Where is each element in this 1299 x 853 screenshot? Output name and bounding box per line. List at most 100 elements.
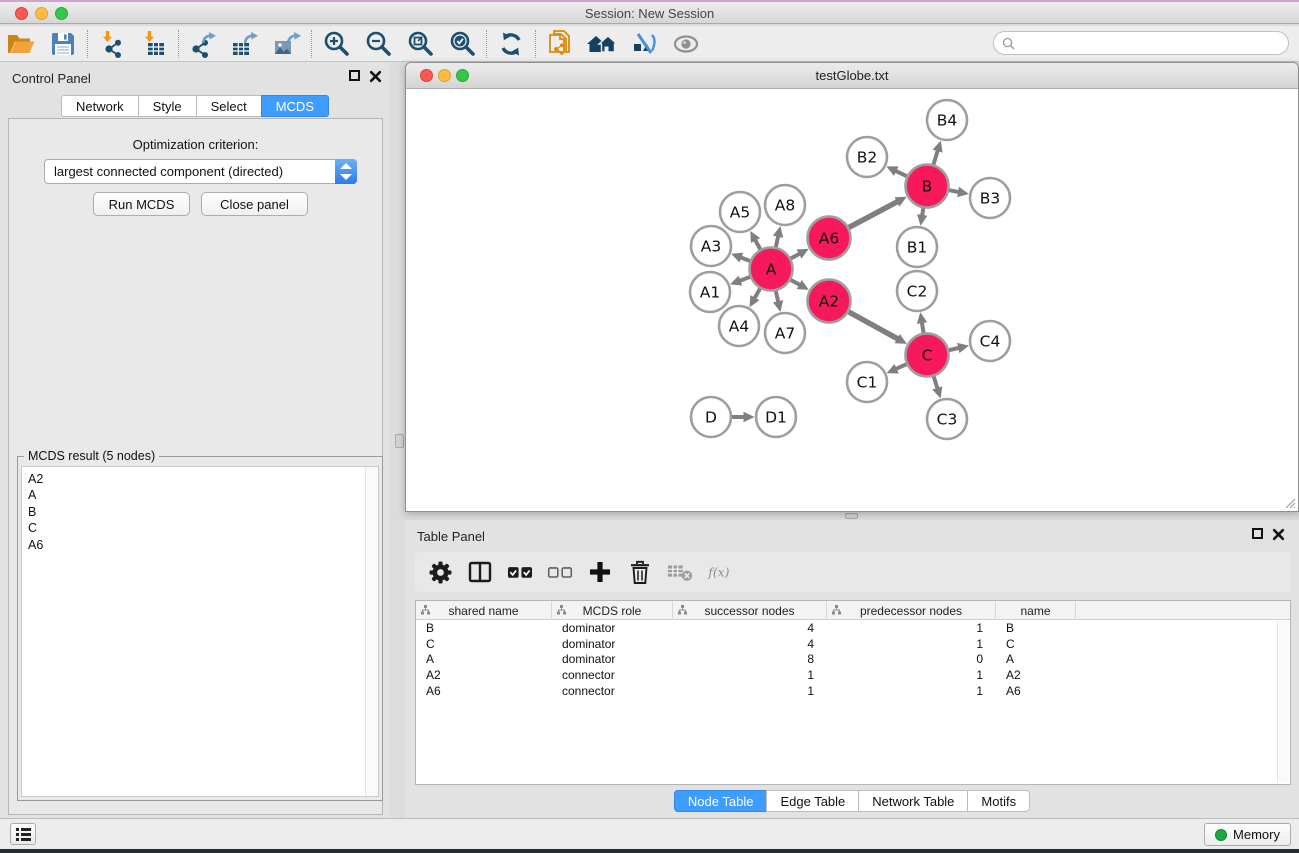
table-row[interactable]: Adominator80A [416, 652, 1290, 668]
table-cell[interactable]: A [996, 652, 1076, 666]
table-row[interactable]: Bdominator41B [416, 620, 1290, 636]
export-table-icon[interactable] [224, 28, 266, 60]
edge-A6-B[interactable] [849, 201, 899, 227]
tab-node-table[interactable]: Node Table [674, 790, 768, 812]
toolbar-separator [87, 30, 88, 58]
close-panel-button[interactable]: Close panel [201, 192, 308, 216]
table-cell[interactable]: C [416, 637, 552, 651]
home-icon[interactable] [581, 28, 623, 60]
zoom-selected-icon[interactable] [441, 28, 483, 60]
table-cell[interactable]: 8 [673, 652, 827, 666]
eye-icon[interactable] [665, 28, 707, 60]
table-cell[interactable]: 1 [827, 621, 996, 635]
table-row[interactable]: A2connector11A2 [416, 667, 1290, 683]
table-cell[interactable]: 0 [827, 652, 996, 666]
table-cell[interactable]: 4 [673, 621, 827, 635]
table-cell[interactable]: dominator [552, 652, 673, 666]
table-cell[interactable]: 1 [673, 684, 827, 698]
control-tab-select[interactable]: Select [196, 95, 262, 117]
zoom-in-icon[interactable] [315, 28, 357, 60]
network-canvas[interactable]: B4B2BB3A5A8A6B1A3AA1C2A2A4A7C4CC1C3DD1 [406, 89, 1298, 511]
table-cell[interactable]: A6 [996, 684, 1076, 698]
table-cell[interactable]: 1 [673, 668, 827, 682]
import-network-icon[interactable] [91, 28, 133, 60]
optimization-criterion-dropdown[interactable]: largest connected component (directed) [44, 159, 357, 184]
column-header-shared-name[interactable]: shared name [416, 601, 552, 620]
node-table-header: shared name MCDS role successor nodes pr… [416, 601, 1290, 620]
control-tab-network[interactable]: Network [61, 95, 139, 117]
export-network-icon[interactable] [182, 28, 224, 60]
table-cell[interactable]: connector [552, 684, 673, 698]
mcds-result-item[interactable]: C [28, 520, 43, 536]
select-all-icon[interactable] [507, 559, 533, 585]
mcds-result-item[interactable]: B [28, 504, 43, 520]
mcds-result-item[interactable]: A2 [28, 471, 43, 487]
table-cell[interactable]: 1 [827, 684, 996, 698]
table-cell[interactable]: connector [552, 668, 673, 682]
resize-grip-icon[interactable] [1283, 496, 1296, 509]
add-column-icon[interactable] [587, 559, 613, 585]
run-mcds-button[interactable]: Run MCDS [93, 192, 190, 216]
table-cell[interactable]: 4 [673, 637, 827, 651]
table-cell[interactable]: C [996, 637, 1076, 651]
open-file-icon[interactable] [0, 28, 42, 60]
mcds-result-item[interactable]: A6 [28, 537, 43, 553]
memory-label: Memory [1233, 827, 1280, 842]
table-row[interactable]: A6connector11A6 [416, 683, 1290, 699]
column-header-name[interactable]: name [996, 601, 1076, 620]
vertical-splitter-grip[interactable] [395, 434, 404, 448]
table-cell[interactable]: 1 [827, 668, 996, 682]
refresh-icon[interactable] [490, 28, 532, 60]
search-box[interactable] [993, 31, 1289, 55]
hide-details-icon[interactable] [623, 28, 665, 60]
zoom-fit-icon[interactable] [399, 28, 441, 60]
float-panel-icon[interactable] [349, 70, 360, 81]
column-header-MCDS-role[interactable]: MCDS role [552, 601, 673, 620]
network-from-file-icon[interactable] [539, 28, 581, 60]
table-cell[interactable]: 1 [827, 637, 996, 651]
table-cell[interactable]: B [996, 621, 1076, 635]
horizontal-splitter-grip[interactable] [845, 513, 858, 519]
float-table-panel-icon[interactable] [1252, 528, 1263, 539]
search-input[interactable] [1015, 36, 1288, 51]
tab-motifs[interactable]: Motifs [967, 790, 1030, 812]
table-cell[interactable]: A2 [996, 668, 1076, 682]
split-columns-icon[interactable] [467, 559, 493, 585]
tab-network-table[interactable]: Network Table [858, 790, 968, 812]
gear-icon[interactable] [427, 559, 453, 585]
control-tab-mcds[interactable]: MCDS [261, 95, 329, 117]
close-panel-icon[interactable] [369, 70, 382, 83]
edge-B-B4[interactable] [934, 149, 939, 164]
save-session-icon[interactable] [42, 28, 84, 60]
arrowhead-icon [744, 412, 755, 423]
column-header-successor-nodes[interactable]: successor nodes [673, 601, 827, 620]
table-scrollbar[interactable] [1277, 621, 1289, 783]
export-image-icon[interactable] [266, 28, 308, 60]
application-window: Session: New Session [0, 0, 1299, 853]
close-table-panel-icon[interactable] [1272, 528, 1285, 541]
table-cell[interactable]: A [416, 652, 552, 666]
network-window-titlebar[interactable]: testGlobe.txt [406, 63, 1298, 89]
edge-B-B2[interactable] [894, 170, 906, 176]
delete-icon[interactable] [627, 559, 653, 585]
mcds-result-list[interactable]: A2ABCA6 [21, 466, 379, 797]
table-cell[interactable]: B [416, 621, 552, 635]
table-cell[interactable]: A2 [416, 668, 552, 682]
show-panels-button[interactable] [10, 823, 36, 845]
column-header-predecessor-nodes[interactable]: predecessor nodes [827, 601, 996, 620]
memory-button[interactable]: Memory [1204, 823, 1291, 846]
tab-edge-table[interactable]: Edge Table [766, 790, 859, 812]
deselect-all-icon[interactable] [547, 559, 573, 585]
table-row[interactable]: Cdominator41C [416, 636, 1290, 652]
mcds-list-scrollbar[interactable] [365, 467, 378, 796]
edge-C-C3[interactable] [934, 376, 938, 389]
control-tab-style[interactable]: Style [138, 95, 197, 117]
import-table-icon[interactable] [133, 28, 175, 60]
table-cell[interactable]: A6 [416, 684, 552, 698]
zoom-out-icon[interactable] [357, 28, 399, 60]
table-cell[interactable]: dominator [552, 621, 673, 635]
edge-A2-C[interactable] [849, 312, 899, 340]
mcds-result-item[interactable]: A [28, 487, 43, 503]
toolbar-separator [311, 30, 312, 58]
table-cell[interactable]: dominator [552, 637, 673, 651]
